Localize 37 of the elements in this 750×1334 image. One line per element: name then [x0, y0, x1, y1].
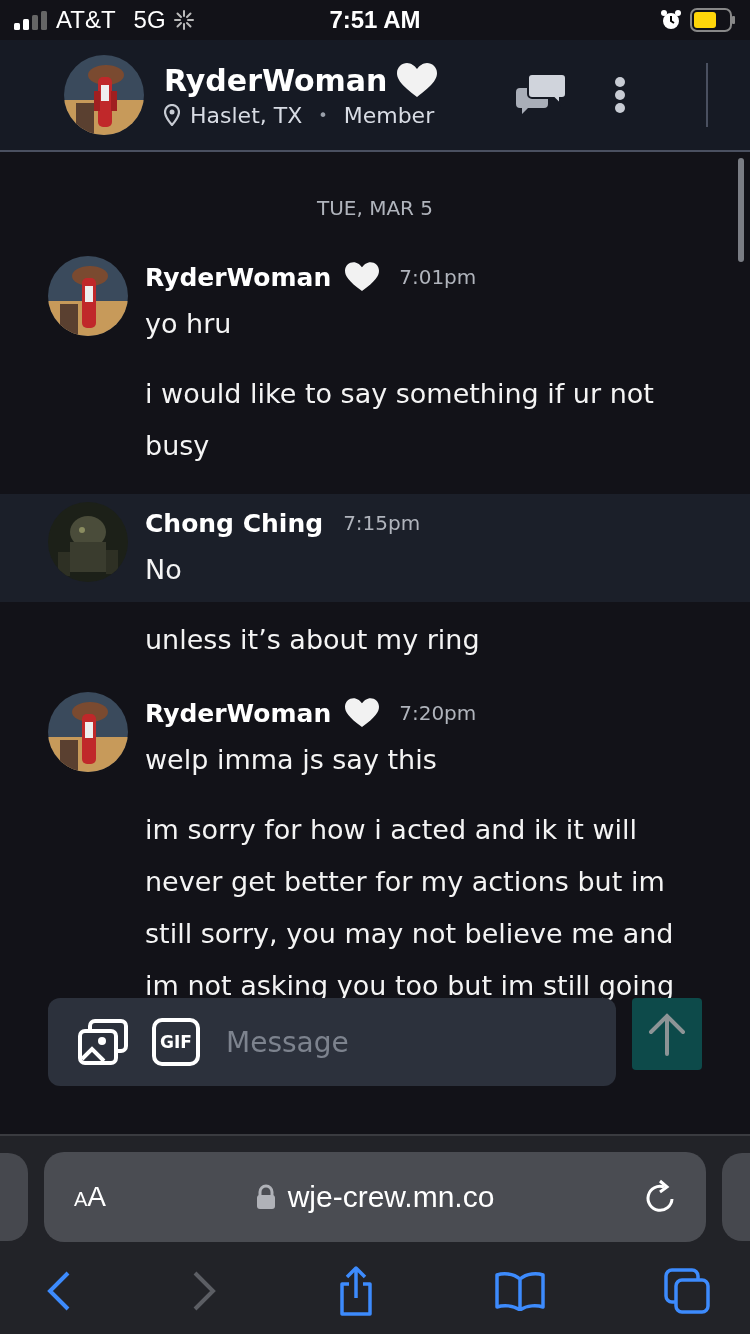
message-time: 7:20pm — [399, 701, 477, 725]
member-role: Member — [343, 102, 435, 128]
alarm-icon — [660, 9, 682, 31]
address-bar[interactable]: AA wje-crew.mn.co — [44, 1152, 706, 1242]
clock: 7:51 AM — [329, 6, 421, 34]
forward-icon[interactable] — [191, 1271, 217, 1311]
send-button[interactable] — [632, 998, 702, 1070]
loading-icon — [173, 10, 194, 30]
separator-dot: • — [318, 105, 328, 125]
message-text: i would like to say something if ur not busy — [145, 377, 655, 463]
text-size-button[interactable]: AA — [74, 1181, 107, 1213]
back-icon[interactable] — [46, 1271, 72, 1311]
tabs-icon[interactable] — [664, 1268, 710, 1314]
message-time: 7:15pm — [343, 511, 421, 535]
date-divider: TUE, MAR 5 — [315, 196, 435, 220]
battery-icon — [690, 8, 736, 32]
carrier: AT&T — [56, 6, 116, 34]
message-time: 7:01pm — [399, 265, 477, 289]
author-name: RyderWoman — [145, 262, 332, 292]
signal-icon — [14, 10, 48, 30]
profile-name: RyderWoman — [164, 63, 388, 98]
message-text: yo hru — [145, 307, 233, 341]
lock-icon — [255, 1184, 276, 1210]
image-gallery-icon[interactable] — [78, 1019, 128, 1065]
author-name: Chong Ching — [145, 508, 324, 538]
location-pin-icon — [164, 104, 180, 126]
up-arrow-icon — [648, 1012, 686, 1056]
more-options-icon[interactable] — [614, 76, 626, 114]
message-text: unless it’s about my ring — [145, 623, 481, 657]
gif-button[interactable]: GIF — [152, 1018, 200, 1066]
author-name: RyderWoman — [145, 698, 332, 728]
message-text: No — [145, 553, 183, 587]
location: Haslet, TX — [190, 102, 303, 128]
url: wje-crew.mn.co — [287, 1180, 495, 1214]
message-text: welp imma js say this — [145, 743, 438, 777]
bookmarks-icon[interactable] — [495, 1271, 545, 1311]
network-type: 5G — [133, 6, 166, 34]
